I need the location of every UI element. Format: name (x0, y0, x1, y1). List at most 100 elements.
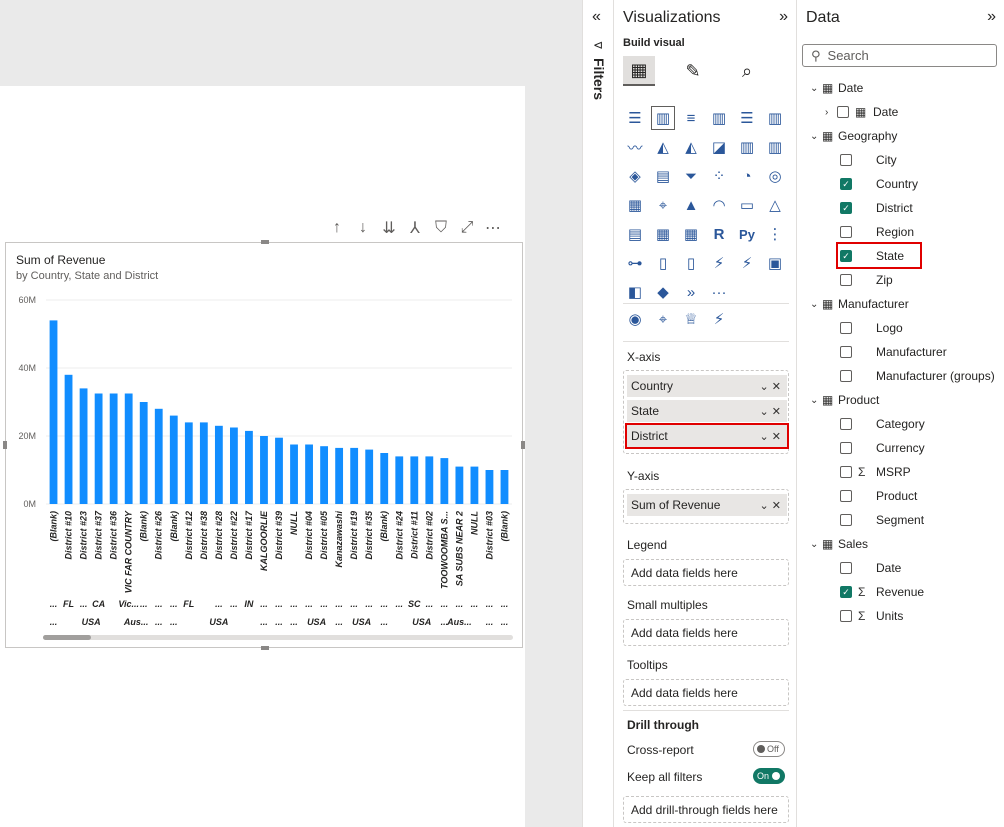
small-multiples-well[interactable]: Add data fields here (623, 619, 789, 646)
field-checkbox[interactable] (840, 346, 852, 358)
format-visual-icon[interactable]: ✎ (677, 56, 709, 86)
clustered-bar-icon[interactable]: ≡ (679, 106, 703, 130)
chevron-down-icon[interactable]: ⌄ (810, 395, 822, 406)
chart-bar[interactable] (485, 470, 494, 504)
expand-filters-icon[interactable]: « (592, 8, 601, 26)
field-checkbox[interactable] (840, 466, 852, 478)
power-automate-flow-icon[interactable]: » (679, 280, 703, 304)
paginated-report-icon[interactable]: ▯ (679, 251, 703, 275)
chart-bar[interactable] (350, 447, 359, 504)
chart-bar[interactable] (94, 393, 103, 505)
chart-bar[interactable] (139, 402, 148, 504)
chart-bar[interactable] (124, 393, 133, 505)
drill-up-icon[interactable]: ↑ (324, 217, 350, 239)
chart-bar[interactable] (455, 466, 464, 504)
drill-through-well[interactable]: Add drill-through fields here (623, 796, 789, 823)
table-node[interactable]: ⌄ ▦ Sales (810, 534, 868, 554)
analytics-icon[interactable]: ⌕ (731, 56, 763, 86)
field-item[interactable]: Date (840, 558, 901, 578)
stacked-column-icon[interactable]: ▥ (651, 106, 675, 130)
resize-handle-bottom[interactable] (261, 646, 269, 650)
matrix-icon[interactable]: ▦ (679, 222, 703, 246)
chart-bar[interactable] (320, 446, 329, 504)
clustered-column-icon[interactable]: ▥ (707, 106, 731, 130)
field-item[interactable]: Logo (840, 318, 903, 338)
field-item[interactable]: Region (840, 222, 914, 242)
chart-bar[interactable] (199, 422, 208, 504)
field-item[interactable]: Manufacturer (840, 342, 947, 362)
table-node[interactable]: ⌄ ▦ Date (810, 78, 863, 98)
chart-bar[interactable] (425, 456, 434, 504)
table-node[interactable]: ⌄ ▦ Product (810, 390, 879, 410)
globe-visual-icon[interactable]: ◉ (623, 307, 647, 331)
column-chart-visual[interactable]: Sum of Revenue by Country, State and Dis… (3, 240, 525, 650)
field-item[interactable]: ✓ District (840, 198, 913, 218)
line-chart-icon[interactable]: 〰 (623, 135, 647, 159)
x-axis-field-district[interactable]: District ⌄ ✕ (625, 423, 789, 449)
kpi-icon[interactable]: △ (763, 193, 787, 217)
y-axis-well[interactable]: Sum of Revenue ⌄ ✕ (623, 489, 789, 524)
table-icon[interactable]: ▦ (651, 222, 675, 246)
drill-down-icon[interactable]: ↓ (350, 217, 376, 239)
filters-label[interactable]: Filters (591, 58, 607, 100)
line-stacked-column-icon[interactable]: ▥ (763, 135, 787, 159)
funnel-icon[interactable]: ⏷ (679, 164, 703, 188)
more-options-icon[interactable]: ⋯ (480, 217, 506, 239)
image-icon[interactable]: ▣ (763, 251, 787, 275)
field-checkbox[interactable] (840, 442, 852, 454)
chevron-down-icon[interactable]: ⌄ (810, 299, 822, 310)
custom-flow-icon[interactable]: ⚡ (707, 307, 731, 331)
qa-icon[interactable]: ▯ (651, 251, 675, 275)
collapse-data-icon[interactable]: » (987, 8, 996, 26)
keep-filters-toggle[interactable]: On (753, 768, 785, 784)
collapse-visualizations-icon[interactable]: » (779, 8, 788, 26)
field-controls-icon[interactable]: ⌄ ✕ (760, 499, 782, 512)
horizontal-scrollbar[interactable] (43, 635, 513, 640)
scatter-chart-icon[interactable]: ⁘ (707, 164, 731, 188)
field-item[interactable]: Σ Units (840, 606, 903, 626)
trophy-icon[interactable]: ♕ (679, 307, 703, 331)
field-checkbox[interactable]: ✓ (840, 202, 852, 214)
x-axis-field-country[interactable]: Country ⌄ ✕ (627, 375, 787, 397)
power-automate-icon[interactable]: ⚡ (735, 251, 759, 275)
stacked-bar-icon[interactable]: ☰ (623, 106, 647, 130)
field-checkbox[interactable] (840, 418, 852, 430)
chart-bar[interactable] (380, 453, 389, 504)
area-chart-icon[interactable]: ◭ (651, 135, 675, 159)
chart-bar[interactable] (290, 444, 298, 505)
focus-mode-icon[interactable]: ⤢ (454, 217, 480, 239)
field-item[interactable]: City (840, 150, 897, 170)
chart-bar[interactable] (395, 456, 404, 504)
x-axis-well[interactable]: Country ⌄ ✕ State ⌄ ✕ District ⌄ ✕ (623, 370, 789, 454)
field-item[interactable]: ✓ Σ Revenue (840, 582, 924, 602)
field-item[interactable]: Σ MSRP (840, 462, 911, 482)
field-item[interactable]: ✓ Country (840, 174, 918, 194)
field-checkbox[interactable] (840, 274, 852, 286)
100-stacked-area-icon[interactable]: ◪ (707, 135, 731, 159)
card-icon[interactable]: ▭ (735, 193, 759, 217)
map-icon[interactable]: ⌖ (651, 193, 675, 217)
stacked-area-icon[interactable]: ◭ (679, 135, 703, 159)
field-checkbox[interactable] (840, 514, 852, 526)
field-checkbox[interactable]: ✓ (840, 178, 852, 190)
chart-bar[interactable] (64, 374, 73, 504)
field-item[interactable]: Manufacturer (groups) (840, 366, 995, 386)
x-axis-field-state[interactable]: State ⌄ ✕ (627, 400, 787, 422)
line-clustered-column-icon[interactable]: ▥ (735, 135, 759, 159)
field-checkbox[interactable] (840, 370, 852, 382)
chevron-down-icon[interactable]: ⌄ (810, 131, 822, 142)
chart-bar[interactable] (260, 436, 268, 504)
legend-well[interactable]: Add data fields here (623, 559, 789, 586)
scrollbar-thumb[interactable] (43, 635, 91, 640)
field-item[interactable]: Zip (840, 270, 893, 290)
table-node[interactable]: ⌄ ▦ Geography (810, 126, 897, 146)
field-checkbox[interactable] (840, 562, 852, 574)
field-item[interactable]: Currency (840, 438, 925, 458)
cross-report-toggle[interactable]: Off (753, 741, 785, 757)
shape-map-icon[interactable]: ⌖ (651, 307, 675, 331)
filter-icon[interactable]: ⛉ (428, 217, 454, 239)
power-apps-icon[interactable]: ⚡ (707, 251, 731, 275)
build-visual-icon[interactable]: ▦ (623, 56, 655, 86)
waterfall-icon[interactable]: ▤ (651, 164, 675, 188)
field-checkbox[interactable] (840, 226, 852, 238)
